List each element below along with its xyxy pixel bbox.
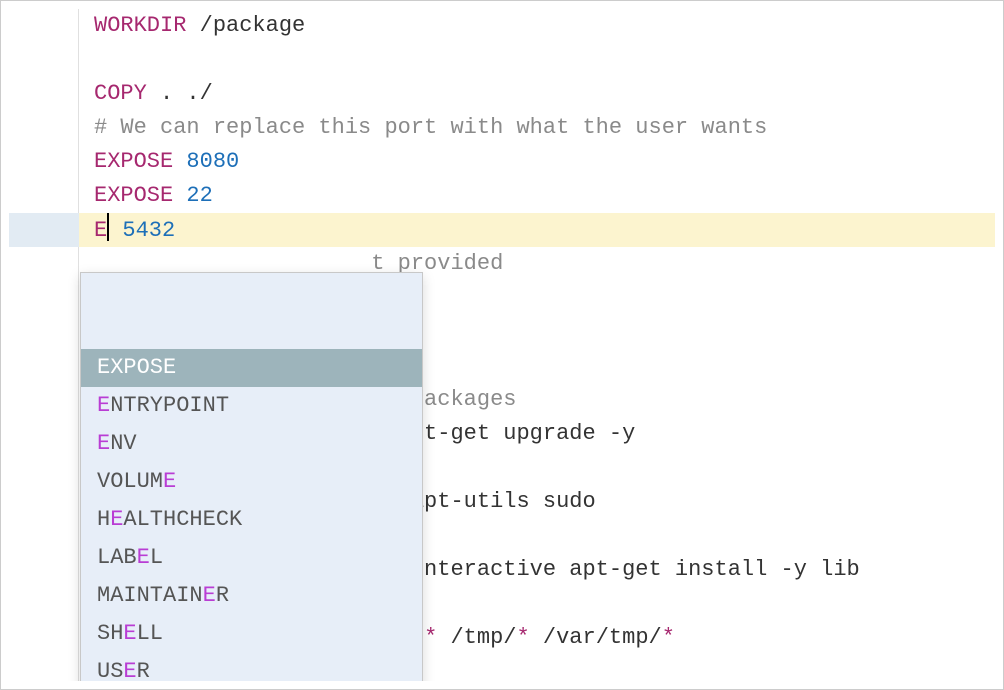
token-kw: EXPOSE [94,183,173,208]
autocomplete-item[interactable]: ENV [81,425,422,463]
autocomplete-popup[interactable]: EXPOSEENTRYPOINTENVVOLUMEHEALTHCHECKLABE… [80,272,423,681]
autocomplete-item[interactable]: USER [81,653,422,681]
token-num: 5432 [122,218,175,243]
token-plain [173,149,186,174]
code-line[interactable]: WORKDIR /package [94,9,995,43]
autocomplete-item[interactable]: MAINTAINER [81,577,422,615]
match-text: R [216,583,229,608]
token-glob: * [662,625,675,650]
editor-frame: WORKDIR /package COPY . ./ # We can replac… [0,0,1004,690]
code-line[interactable]: EXPOSE 22 [94,179,995,213]
token-plain: noninteractive apt-get install [371,557,780,582]
match-highlight: E [97,393,110,418]
match-text: XPOSE [110,355,176,380]
autocomplete-item[interactable]: HEALTHCHECK [81,501,422,539]
match-highlight: E [163,469,176,494]
token-flag: -y [781,557,807,582]
match-text: NV [110,431,136,456]
match-highlight: E [97,431,110,456]
autocomplete-item[interactable]: EXPOSE [81,349,422,387]
token-plain: . ./ [147,81,213,106]
token-cmt: # We can replace this port with what the… [94,115,767,140]
code-line[interactable]: COPY . ./ [94,77,995,111]
token-path: /package [200,13,306,38]
autocomplete-item[interactable]: VOLUME [81,463,422,501]
code-line[interactable] [94,43,995,77]
match-text: ALTHCHECK [123,507,242,532]
gutter [9,9,79,681]
autocomplete-item[interactable]: ENTRYPOINT [81,387,422,425]
token-plain [109,218,122,243]
match-text: LL [137,621,163,646]
autocomplete-item[interactable]: LABEL [81,539,422,577]
code-editor[interactable]: WORKDIR /package COPY . ./ # We can replac… [9,9,995,681]
match-text: MAINTAIN [97,583,203,608]
token-plain: /tmp/ [437,625,516,650]
token-plain [186,13,199,38]
match-highlight: E [97,355,110,380]
token-kw: EXPOSE [94,149,173,174]
match-text: R [137,659,150,681]
autocomplete-item[interactable]: SHELL [81,615,422,653]
code-line[interactable]: EXPOSE 8080 [94,145,995,179]
match-highlight: E [137,545,150,570]
token-plain: lib [807,557,860,582]
token-glob: * [424,625,437,650]
match-text: US [97,659,123,681]
code-line[interactable]: # We can replace this port with what the… [94,111,995,145]
match-text: LAB [97,545,137,570]
token-kw: WORKDIR [94,13,186,38]
match-text: NTRYPOINT [110,393,229,418]
match-highlight: E [123,621,136,646]
token-glob: * [517,625,530,650]
token-kw: E [94,218,107,243]
token-plain: /var/tmp/ [530,625,662,650]
token-flag: -y [609,421,635,446]
token-plain: apt-utils sudo [398,489,596,514]
token-plain [173,183,186,208]
match-highlight: E [110,507,123,532]
match-highlight: E [123,659,136,681]
match-text: H [97,507,110,532]
token-num: 8080 [186,149,239,174]
code-line[interactable]: E 5432 [94,213,995,247]
token-num: 22 [186,183,212,208]
match-text: L [150,545,163,570]
match-text: VOLUM [97,469,163,494]
token-kw: COPY [94,81,147,106]
match-highlight: E [203,583,216,608]
current-line-gutter-highlight [9,213,79,247]
match-text: SH [97,621,123,646]
